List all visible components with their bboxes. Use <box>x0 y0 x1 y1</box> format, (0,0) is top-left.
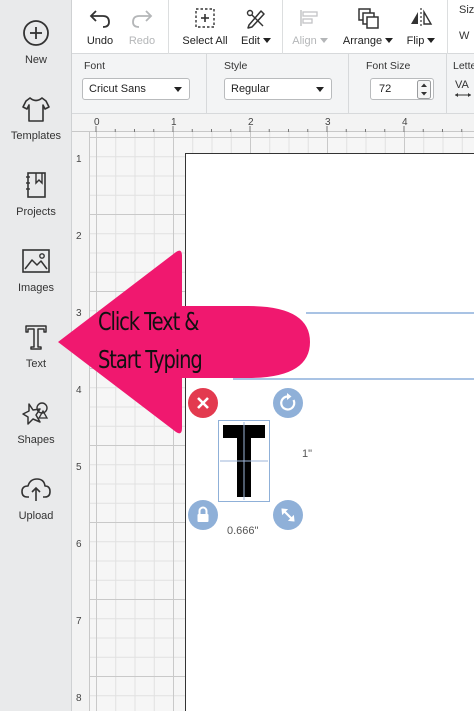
sidebar-item-upload[interactable]: Upload <box>0 472 72 542</box>
letter-space-arrows-icon <box>455 93 471 97</box>
text-t-icon <box>25 325 47 350</box>
chevron-down-icon <box>319 38 328 43</box>
sidebar-item-label: Projects <box>16 206 56 218</box>
style-select[interactable]: Regular <box>224 78 332 100</box>
ruler-number: 5 <box>76 462 82 473</box>
sidebar-item-label: Shapes <box>17 434 55 446</box>
ruler-number: 2 <box>76 231 82 242</box>
width-dimension: 0.666" <box>227 525 259 537</box>
arrange-label: Arrange <box>338 35 398 47</box>
toolbar-divider <box>168 0 169 54</box>
font-size-label: Font Size <box>366 60 411 72</box>
chevron-down-icon <box>174 87 182 92</box>
select-all-label: Select All <box>182 35 228 47</box>
text-toolbar: Font Cricut Sans Style Regular Font Size… <box>72 54 474 114</box>
sidebar-item-new[interactable]: New <box>0 16 72 86</box>
arrange-menu-button[interactable]: Arrange <box>338 0 398 54</box>
align-text: Align <box>292 35 317 47</box>
height-dimension: 1" <box>302 448 313 460</box>
toolbar-divider <box>446 54 447 114</box>
ruler-number: 8 <box>76 693 82 704</box>
redo-icon <box>132 10 153 28</box>
redo-label: Redo <box>128 35 156 47</box>
resize-handle[interactable] <box>273 500 303 530</box>
letter-space-icon[interactable]: VA <box>455 79 469 91</box>
plus-circle-icon <box>23 20 49 46</box>
sidebar-item-label: New <box>24 54 47 66</box>
scissors-pencil-icon <box>246 9 265 29</box>
letter-space-icon-text: VA <box>455 79 469 91</box>
edit-text: Edit <box>241 35 260 47</box>
chevron-down-icon <box>262 38 271 43</box>
font-select[interactable]: Cricut Sans <box>82 78 190 100</box>
arrange-text: Arrange <box>342 35 383 47</box>
arrange-icon <box>358 8 379 29</box>
cloud-upload-icon <box>21 478 51 501</box>
app-window: New Templates Projects Images Text Shape… <box>0 0 474 711</box>
tshirt-icon <box>22 97 50 122</box>
chevron-down-icon <box>427 38 436 43</box>
flip-menu-button[interactable]: Flip <box>400 0 442 54</box>
sidebar-item-projects[interactable]: Projects <box>0 168 72 238</box>
font-label: Font <box>84 60 106 72</box>
sidebar-item-templates[interactable]: Templates <box>0 92 72 162</box>
font-size-stepper-icon[interactable] <box>417 80 431 99</box>
size-label: Siz <box>459 4 474 16</box>
flip-text: Flip <box>406 35 425 47</box>
ruler-number: 7 <box>76 616 82 627</box>
main-toolbar: Undo Redo Select All Edit Align Arrange … <box>72 0 474 54</box>
undo-label: Undo <box>86 35 114 47</box>
chevron-down-icon <box>385 38 394 43</box>
chevron-down-icon <box>316 87 324 92</box>
ruler-number: 1 <box>76 154 82 165</box>
align-label: Align <box>288 35 332 47</box>
edit-menu-button[interactable]: Edit <box>236 0 276 54</box>
style-label: Style <box>224 60 248 72</box>
image-icon <box>22 249 50 273</box>
redo-button[interactable]: Redo <box>122 0 162 54</box>
toolbar-divider <box>282 0 283 54</box>
align-menu-button[interactable]: Align <box>288 0 332 54</box>
callout-line-1: Click Text & <box>98 307 200 336</box>
letter-space-label: Lette <box>453 60 474 72</box>
size-width-label: W <box>459 30 470 42</box>
lock-icon <box>197 506 209 522</box>
select-all-button[interactable]: Select All <box>176 0 234 54</box>
shapes-icon <box>22 402 49 425</box>
flip-icon <box>411 8 433 28</box>
undo-button[interactable]: Undo <box>80 0 120 54</box>
font-select-value: Cricut Sans <box>89 83 146 95</box>
toolbar-divider <box>206 54 207 114</box>
style-select-value: Regular <box>231 83 270 95</box>
ruler-number: 6 <box>76 539 82 550</box>
bookmark-book-icon <box>26 172 46 198</box>
resize-diagonal-icon <box>281 508 295 522</box>
select-all-icon <box>195 8 215 28</box>
flip-label: Flip <box>400 35 442 47</box>
sidebar-item-label: Upload <box>18 510 54 522</box>
font-size-value: 72 <box>379 83 392 95</box>
callout-line-2: Start Typing <box>98 345 203 374</box>
toolbar-divider <box>348 54 349 114</box>
text-guide-line <box>306 312 474 314</box>
lock-handle[interactable] <box>188 500 218 530</box>
undo-icon <box>89 10 110 28</box>
align-icon <box>300 10 318 26</box>
horizontal-ruler: 0 1 2 3 4 <box>72 114 474 132</box>
sidebar-item-label: Templates <box>10 130 62 142</box>
callout-text: Click Text & Start Typing <box>98 303 262 379</box>
edit-label: Edit <box>236 35 276 47</box>
toolbar-divider <box>447 0 448 54</box>
